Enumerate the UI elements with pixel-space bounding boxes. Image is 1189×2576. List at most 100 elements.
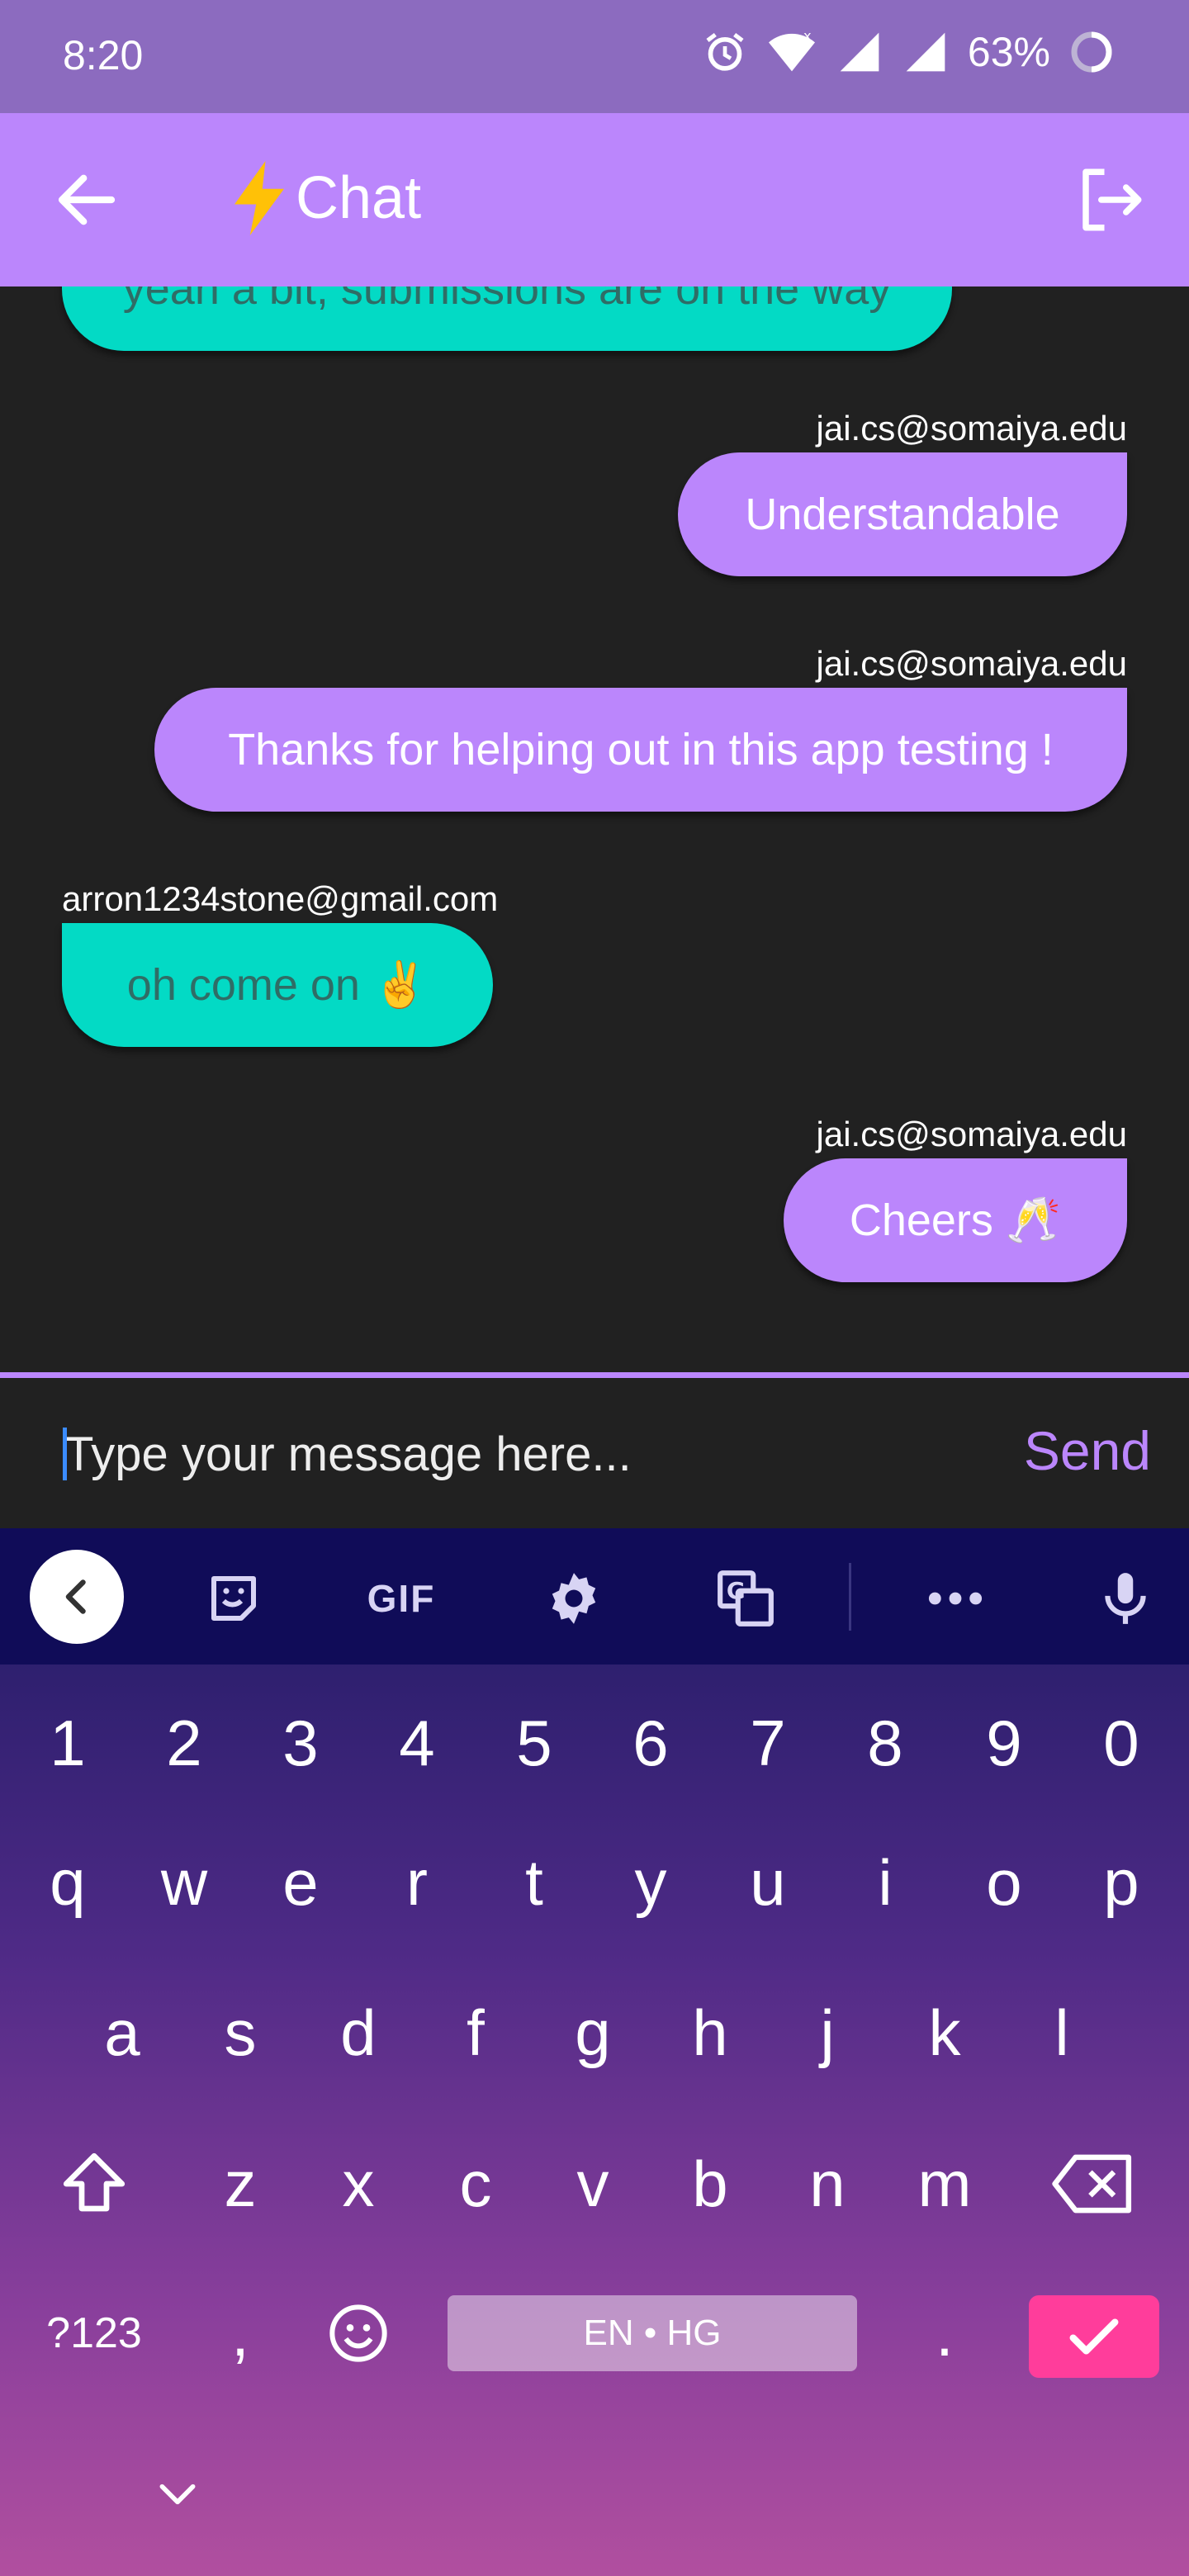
- key-t[interactable]: t: [485, 1829, 584, 1936]
- key-z[interactable]: z: [191, 2130, 290, 2237]
- app-title-group: Chat: [228, 161, 421, 235]
- message-text: oh come on ✌️: [126, 959, 429, 1010]
- key-6[interactable]: 6: [601, 1689, 700, 1797]
- toolbar-divider: [849, 1563, 851, 1631]
- key-p[interactable]: p: [1072, 1829, 1171, 1936]
- key-q[interactable]: q: [18, 1829, 117, 1936]
- key-3[interactable]: 3: [251, 1689, 350, 1797]
- key-j[interactable]: j: [778, 1979, 877, 2086]
- status-icons: x 63%: [702, 28, 1115, 76]
- emoji-key[interactable]: [309, 2280, 408, 2387]
- chevron-down-icon: [159, 2484, 196, 2505]
- on-screen-keyboard: GIF G 1 2 3 4 5 6 7 8 9 0 q w e r t y u …: [0, 1528, 1189, 2576]
- logout-icon: [1082, 168, 1142, 231]
- key-0[interactable]: 0: [1072, 1689, 1171, 1797]
- key-g[interactable]: g: [543, 1979, 642, 2086]
- message-text: Cheers 🥂: [849, 1195, 1062, 1245]
- period-key[interactable]: .: [895, 2280, 994, 2387]
- checkmark-icon: [1069, 2318, 1119, 2355]
- key-5[interactable]: 5: [485, 1689, 584, 1797]
- message-sender: jai.cs@somaiya.edu: [816, 644, 1127, 683]
- chevron-left-icon: [65, 1579, 86, 1614]
- voice-input-button[interactable]: [1088, 1561, 1163, 1636]
- send-button[interactable]: Send: [1024, 1419, 1151, 1482]
- key-i[interactable]: i: [836, 1829, 935, 1936]
- shift-icon: [63, 2152, 126, 2212]
- symbols-key[interactable]: ?123: [45, 2280, 144, 2387]
- key-f[interactable]: f: [426, 1979, 525, 2086]
- key-s[interactable]: s: [191, 1979, 290, 2086]
- message-input[interactable]: [63, 1408, 974, 1500]
- message-text: yeah a bit, submissions are on the way: [122, 286, 892, 314]
- gif-button[interactable]: GIF: [352, 1561, 451, 1636]
- message-bubble: yeah a bit, submissions are on the way: [62, 286, 952, 351]
- emoji-icon: [329, 2304, 387, 2362]
- status-bar: 8:20 x 63%: [0, 0, 1189, 113]
- key-r[interactable]: r: [367, 1829, 467, 1936]
- keyboard-settings-button[interactable]: [537, 1561, 611, 1636]
- more-icon: [928, 1592, 983, 1605]
- message-bubble: Understandable: [678, 452, 1127, 576]
- key-1[interactable]: 1: [18, 1689, 117, 1797]
- alarm-icon: [706, 32, 744, 71]
- wifi-icon: x: [768, 29, 815, 72]
- key-h[interactable]: h: [661, 1979, 760, 2086]
- key-b[interactable]: b: [661, 2130, 760, 2237]
- key-k[interactable]: k: [895, 1979, 994, 2086]
- key-v[interactable]: v: [543, 2130, 642, 2237]
- logout-button[interactable]: [1073, 163, 1148, 237]
- keyboard-menu-button[interactable]: [30, 1550, 124, 1644]
- key-9[interactable]: 9: [955, 1689, 1054, 1797]
- key-u[interactable]: u: [718, 1829, 817, 1936]
- message-sender: jai.cs@somaiya.edu: [816, 1115, 1127, 1153]
- more-options-button[interactable]: [918, 1561, 992, 1636]
- page-title: Chat: [296, 165, 422, 231]
- message-composer: Send: [0, 1378, 1189, 1528]
- message-bubble: Cheers 🥂: [784, 1158, 1127, 1282]
- key-a[interactable]: a: [73, 1979, 172, 2086]
- svg-text:x: x: [803, 29, 812, 44]
- key-y[interactable]: y: [601, 1829, 700, 1936]
- key-c[interactable]: c: [426, 2130, 525, 2237]
- backspace-icon: [1052, 2154, 1132, 2214]
- key-7[interactable]: 7: [718, 1689, 817, 1797]
- key-8[interactable]: 8: [836, 1689, 935, 1797]
- shift-key[interactable]: [45, 2130, 144, 2237]
- arrow-left-icon: [58, 174, 116, 225]
- message-text: Thanks for helping out in this app testi…: [228, 725, 1054, 774]
- settings-icon: [552, 1573, 596, 1624]
- key-l[interactable]: l: [1012, 1979, 1111, 2086]
- keyboard-toolbar: GIF G: [0, 1528, 1189, 1664]
- lightning-icon: [234, 161, 284, 235]
- sticker-icon: [211, 1576, 256, 1621]
- key-w[interactable]: w: [135, 1829, 234, 1936]
- comma-key[interactable]: ,: [191, 2280, 290, 2387]
- key-2[interactable]: 2: [135, 1689, 234, 1797]
- back-button[interactable]: [50, 163, 124, 237]
- message-bubble: oh come on ✌️: [62, 923, 493, 1047]
- key-e[interactable]: e: [251, 1829, 350, 1936]
- key-n[interactable]: n: [778, 2130, 877, 2237]
- sticker-button[interactable]: [197, 1561, 271, 1636]
- gif-icon: GIF: [367, 1577, 436, 1620]
- space-key[interactable]: EN • HG: [448, 2295, 857, 2371]
- key-d[interactable]: d: [309, 1979, 408, 2086]
- message-sender: jai.cs@somaiya.edu: [816, 409, 1127, 447]
- key-4[interactable]: 4: [367, 1689, 467, 1797]
- composer-divider: [0, 1372, 1189, 1378]
- signal-icon: [906, 32, 945, 72]
- key-m[interactable]: m: [895, 2130, 994, 2237]
- battery-icon: [1071, 31, 1112, 73]
- translate-button[interactable]: G: [708, 1561, 783, 1636]
- enter-key[interactable]: [1029, 2295, 1159, 2378]
- message-sender: arron1234stone@gmail.com: [62, 879, 499, 918]
- key-o[interactable]: o: [955, 1829, 1054, 1936]
- backspace-key[interactable]: [1044, 2130, 1143, 2237]
- translate-icon: G: [718, 1570, 774, 1627]
- battery-percent: 63%: [967, 29, 1050, 75]
- microphone-icon: [1105, 1573, 1146, 1624]
- message-list[interactable]: yeah a bit, submissions are on the way j…: [0, 286, 1189, 1373]
- hide-keyboard-button[interactable]: [140, 2469, 215, 2519]
- key-x[interactable]: x: [309, 2130, 408, 2237]
- app-bar: Chat: [0, 113, 1189, 286]
